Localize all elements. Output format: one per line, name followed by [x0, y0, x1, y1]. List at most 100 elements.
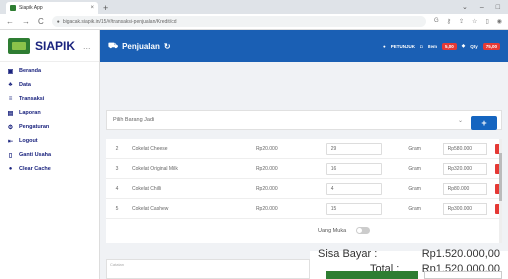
product-price: Rp20.000 — [255, 205, 278, 212]
subtotal-field: Rp580.000 — [442, 142, 488, 155]
sidebar-item-clear-cache[interactable]: ● Clear Cache — [0, 162, 99, 176]
url-text: bigacak.siapik.in/15/#/transaksi-penjual… — [62, 18, 177, 25]
unit-label: Gram — [408, 165, 421, 172]
sidebar-item-label: Transaksi — [19, 96, 45, 102]
address-bar: ← → C ● bigacak.siapik.in/15/#/transaksi… — [0, 14, 508, 30]
sidebar-item-label: Data — [19, 82, 31, 88]
product-price: Rp20.000 — [255, 145, 278, 152]
logo[interactable]: SIAPIK ... — [0, 30, 99, 62]
product-name: Cokelat Chilli — [131, 185, 162, 192]
calendar-icon: ▣ — [7, 68, 14, 75]
list-icon: ≡ — [8, 96, 13, 102]
close-tab-icon[interactable]: × — [90, 5, 94, 11]
refresh-icon[interactable]: ↻ — [164, 42, 171, 51]
google-icon[interactable]: G — [434, 18, 439, 25]
action-buttons — [310, 271, 508, 279]
subtotal-field: Rp320.000 — [442, 162, 488, 175]
topbar: ⛟ Penjualan ↻ ● PETUNJUK ◘ Item 5,00 ◆ Q… — [100, 30, 508, 62]
save-button[interactable] — [326, 271, 418, 279]
report-icon: ▤ — [7, 110, 14, 117]
scrollbar-thumb[interactable] — [499, 153, 502, 201]
product-price: Rp20.000 — [255, 165, 278, 172]
quantity-input[interactable]: 29 — [325, 142, 383, 155]
logo-icon — [8, 37, 30, 54]
sidebar-item-label: Ganti Usaha — [19, 152, 52, 158]
sidebar-item-data[interactable]: ♣ Data — [0, 78, 99, 92]
quantity-input[interactable]: 16 — [325, 162, 383, 175]
notes-field[interactable]: Catatan — [106, 259, 310, 279]
product-price: Rp20.000 — [255, 185, 278, 192]
share-icon[interactable]: ⇪ — [459, 18, 464, 25]
sidebar-item-label: Beranda — [19, 68, 42, 74]
product-select[interactable]: Pilih Barang Jadi ⌄ + — [106, 110, 502, 130]
cart-table: 2 Cokelat Cheese Rp20.000 29 Gram Rp580.… — [106, 139, 502, 243]
quantity-input[interactable]: 4 — [325, 182, 383, 195]
product-name: Cokelat Original Milk — [131, 165, 178, 172]
table-row: 3 Cokelat Original Milk Rp20.000 16 Gram… — [106, 159, 502, 179]
table-row: 4 Cokelat Chilli Rp20.000 4 Gram Rp80.00… — [106, 179, 502, 199]
sidebar: SIAPIK ... ▣ Beranda ♣ Data ≡ Transaksi ▤ La… — [0, 30, 100, 279]
address-icons: G ⚷ ⇪ ☆ ▯ ◉ — [434, 18, 502, 25]
sisa-bayar-label: Sisa Bayar : — [318, 248, 378, 260]
row-number: 4 — [115, 185, 119, 192]
browser-tabbar: Siapik App × + ⌄ – □ — [0, 0, 508, 14]
qty-count-badge: 75,00 — [482, 42, 500, 50]
sidebar-item-transaksi[interactable]: ≡ Transaksi — [0, 92, 99, 106]
sidebar-item-logout[interactable]: ⇤ Logout — [0, 134, 99, 148]
row-number: 5 — [115, 205, 119, 212]
forward-icon[interactable]: → — [22, 17, 30, 26]
sidebar-item-label: Logout — [19, 138, 38, 144]
tab-title: Siapik App — [19, 5, 43, 11]
uang-muka-label: Uang Muka — [318, 228, 347, 234]
sidebar-item-beranda[interactable]: ▣ Beranda — [0, 64, 99, 78]
users-icon: ♣ — [8, 82, 13, 88]
window-controls: ⌄ – □ — [462, 2, 508, 14]
product-select-placeholder: Pilih Barang Jadi — [113, 117, 155, 123]
lock-icon: ● — [56, 18, 60, 25]
url-field[interactable]: ● bigacak.siapik.in/15/#/transaksi-penju… — [51, 16, 426, 27]
petunjuk-link[interactable]: PETUNJUK — [391, 44, 415, 49]
topbar-stats: ● PETUNJUK ◘ Item 5,00 ◆ Qty 75,00 — [383, 42, 500, 50]
unit-label: Gram — [408, 205, 421, 212]
unit-label: Gram — [408, 145, 421, 152]
sisa-bayar-value: Rp1.520.000,00 — [421, 248, 500, 260]
payment-panel: Uang Muka Sisa Bayar : Rp1.520.000,00 — [310, 227, 508, 279]
maximize-icon[interactable]: □ — [496, 2, 500, 14]
swap-icon: ▯ — [8, 152, 13, 159]
key-icon[interactable]: ⚷ — [447, 18, 451, 25]
sidebar-item-label: Clear Cache — [19, 166, 51, 172]
sidebar-menu: ▣ Beranda ♣ Data ≡ Transaksi ▤ Laporan ⚙ Peng… — [0, 62, 99, 176]
chevron-down-icon: ⌄ — [457, 117, 463, 124]
sidepanel-icon[interactable]: ▯ — [485, 18, 488, 25]
sidebar-item-pengaturan[interactable]: ⚙ Pengaturan — [0, 120, 99, 134]
profile-icon[interactable]: ◉ — [497, 18, 502, 25]
back-icon[interactable]: ← — [6, 17, 14, 26]
sidebar-item-label: Laporan — [19, 110, 41, 116]
sidebar-item-label: Pengaturan — [19, 124, 50, 130]
favicon-icon — [10, 5, 16, 11]
quantity-input[interactable]: 15 — [325, 202, 383, 215]
browser-tab[interactable]: Siapik App × — [6, 2, 98, 14]
chevron-down-icon[interactable]: ⌄ — [462, 2, 468, 14]
cancel-button[interactable] — [424, 271, 502, 279]
main-content: Pilih Barang Jadi ⌄ + 2 Cokelat Cheese R… — [100, 62, 508, 279]
uang-muka-toggle[interactable] — [356, 227, 370, 234]
sidebar-item-laporan[interactable]: ▤ Laporan — [0, 106, 99, 120]
table-row: 5 Cokelat Cashew Rp20.000 15 Gram Rp300.… — [106, 199, 502, 219]
new-tab-icon[interactable]: + — [103, 2, 108, 14]
logout-icon: ⇤ — [7, 138, 14, 145]
page-title-text: Penjualan — [122, 41, 160, 51]
cache-icon: ● — [8, 166, 13, 172]
reload-icon[interactable]: C — [38, 17, 44, 26]
table-scrollbar[interactable] — [499, 139, 502, 243]
sidebar-item-ganti-usaha[interactable]: ▯ Ganti Usaha — [0, 148, 99, 162]
star-icon[interactable]: ☆ — [472, 18, 477, 25]
minimize-icon[interactable]: – — [480, 2, 484, 14]
more-icon[interactable]: ... — [83, 41, 91, 51]
table-row: 2 Cokelat Cheese Rp20.000 29 Gram Rp580.… — [106, 139, 502, 159]
add-product-button[interactable]: + — [471, 116, 497, 130]
logo-text: SIAPIK — [35, 38, 76, 53]
product-name: Cokelat Cheese — [131, 145, 168, 152]
page-title: ⛟ Penjualan ↻ — [108, 41, 171, 51]
info-icon: ● — [383, 43, 386, 49]
